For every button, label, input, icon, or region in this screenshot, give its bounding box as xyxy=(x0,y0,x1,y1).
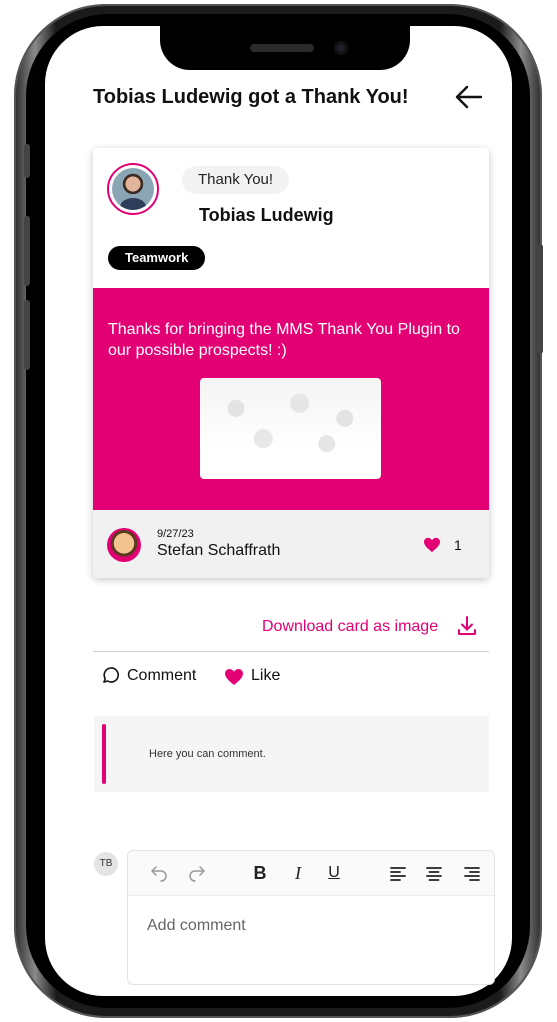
align-left-icon[interactable] xyxy=(387,862,409,884)
avatar: TB xyxy=(94,852,118,876)
heart-icon[interactable] xyxy=(224,668,244,686)
phone-power-button xyxy=(537,244,543,354)
phone-notch xyxy=(160,26,410,70)
align-right-icon[interactable] xyxy=(461,862,483,884)
italic-button[interactable]: I xyxy=(287,862,309,884)
like-button[interactable]: Like xyxy=(251,667,280,685)
comment-accent-bar xyxy=(102,724,106,784)
comment-hint: Here you can comment. xyxy=(149,748,266,760)
bold-button[interactable]: B xyxy=(249,862,271,884)
recipient-avatar xyxy=(107,163,159,215)
undo-icon[interactable] xyxy=(148,862,170,884)
align-center-icon[interactable] xyxy=(423,862,445,884)
card-footer: 9/27/23 Stefan Schaffrath 1 xyxy=(93,510,489,578)
phone-mute-switch xyxy=(24,144,30,178)
comment-list-item: Here you can comment. xyxy=(94,716,489,792)
heart-icon[interactable] xyxy=(423,537,441,553)
thank-you-card: Thank You! Tobias Ludewig Teamwork Thank… xyxy=(93,148,489,578)
page-title: Tobias Ludewig got a Thank You! xyxy=(93,86,409,108)
redo-icon[interactable] xyxy=(186,862,208,884)
divider xyxy=(93,651,489,652)
comment-editor: B I U Add comment xyxy=(127,850,495,985)
download-card-link[interactable]: Download card as image xyxy=(262,618,438,636)
recipient-photo xyxy=(112,168,154,210)
speaker-grille xyxy=(250,44,314,52)
category-tag: Teamwork xyxy=(108,246,206,270)
recipient-name: Tobias Ludewig xyxy=(199,205,334,225)
comment-icon[interactable] xyxy=(101,667,119,685)
underline-button[interactable]: U xyxy=(323,862,345,884)
phone-volume-down xyxy=(24,300,30,370)
card-message-panel: Thanks for bringing the MMS Thank You Pl… xyxy=(93,288,489,510)
front-camera xyxy=(334,41,348,55)
card-date: 9/27/23 xyxy=(157,528,194,540)
comment-button[interactable]: Comment xyxy=(127,667,196,685)
card-image xyxy=(200,378,381,479)
phone-volume-up xyxy=(24,216,30,286)
like-count: 1 xyxy=(454,537,462,553)
download-icon[interactable] xyxy=(456,615,478,637)
sender-avatar xyxy=(107,528,141,562)
editor-toolbar: B I U xyxy=(128,851,494,896)
sender-name: Stefan Schaffrath xyxy=(157,542,281,559)
comment-input[interactable]: Add comment xyxy=(147,917,246,935)
thank-you-badge: Thank You! xyxy=(182,166,290,194)
arrow-left-icon[interactable] xyxy=(454,84,484,110)
card-message: Thanks for bringing the MMS Thank You Pl… xyxy=(108,321,460,359)
